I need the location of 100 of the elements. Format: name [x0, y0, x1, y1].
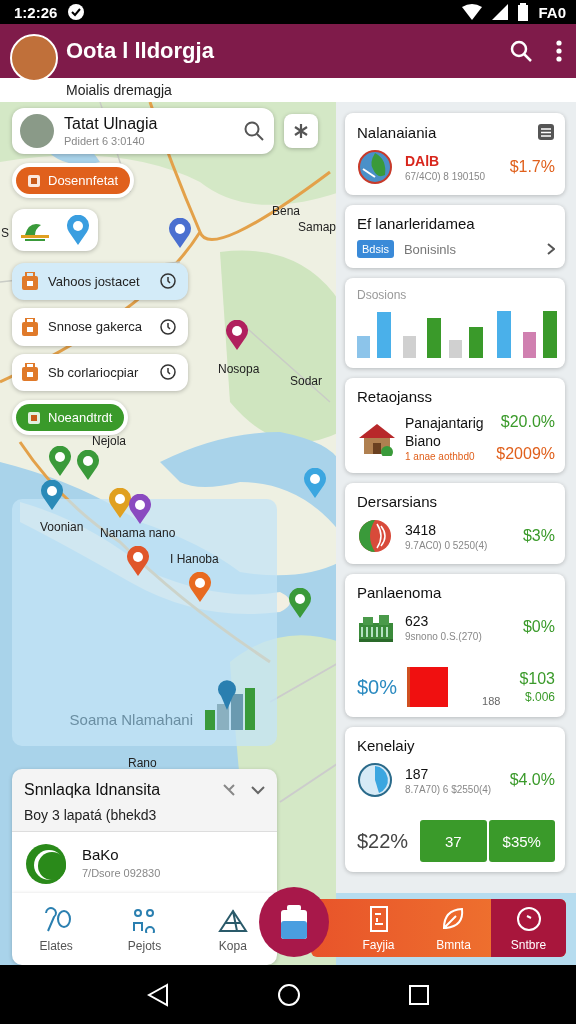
- map-label: Nejola: [92, 434, 127, 448]
- stat-headline: Panajantarig: [405, 414, 485, 431]
- tool-button[interactable]: [284, 114, 318, 148]
- wifi-icon: [462, 4, 483, 20]
- app-subtitle: Moialis dremagja: [66, 82, 172, 98]
- map-label: Voonian: [40, 520, 84, 534]
- signal-icon: [492, 4, 509, 20]
- clock-time: 1:2:26: [14, 3, 58, 21]
- map-label: Rano: [128, 756, 157, 770]
- pie-icon: [357, 762, 395, 798]
- stat-value: $103: [519, 670, 555, 688]
- check-badge-icon: [67, 3, 86, 21]
- stat-headline: DAlB: [405, 152, 441, 169]
- map-label: Nanama nano: [100, 526, 176, 540]
- menu-icon[interactable]: [537, 123, 555, 141]
- stat-caption: 9snono 0.S.(270): [405, 630, 483, 642]
- map-pin-icon: [303, 468, 327, 498]
- value-button[interactable]: $35%: [488, 820, 555, 862]
- stat-lead: $22%: [357, 829, 409, 853]
- map-label: S: [1, 226, 9, 240]
- value-button[interactable]: 37: [420, 820, 487, 862]
- home-icon[interactable]: [277, 982, 301, 1007]
- profile-detail: Pdidert 6 3:0140: [64, 135, 146, 147]
- carrier-label: FA0: [538, 3, 566, 21]
- bag-icon: [22, 272, 38, 291]
- profile-name: Tatat Ulnagia: [64, 115, 159, 133]
- map-pin-icon[interactable]: [65, 214, 90, 245]
- search-icon[interactable]: [510, 40, 532, 62]
- chevron-down-icon[interactable]: [251, 785, 265, 796]
- nav-tab[interactable]: Elates: [12, 893, 101, 965]
- nav-tab[interactable]: Sntbre: [491, 899, 566, 957]
- jar-icon: [280, 905, 308, 939]
- card-title: Panlaenoma: [357, 584, 443, 601]
- map-label: I Hanoba: [170, 552, 219, 566]
- stat-caption: 67/4C0) 8 190150: [405, 170, 487, 182]
- map-pin-icon: [288, 588, 312, 618]
- stat-caption: 9.7AC0) 0 5250(4): [405, 539, 489, 551]
- stat-caption: 8.7A70) 6 $2550(4): [405, 783, 493, 795]
- card-title: Dersarsians: [357, 493, 439, 510]
- battery-icon: [518, 3, 529, 21]
- card-title: Dsosions: [357, 288, 408, 302]
- asterisk-icon: [293, 123, 310, 139]
- map-pin-icon: [168, 218, 192, 248]
- tag-label: Bdsis: [357, 240, 394, 258]
- map-pin-icon: [108, 488, 132, 518]
- stat-caption: 1 anae aothbd0: [405, 450, 476, 462]
- globe-icon: [357, 149, 395, 185]
- place-item[interactable]: Sb corlariocpiar: [12, 353, 188, 392]
- stat-value: $20.0%: [500, 413, 555, 431]
- avatar-photo: [20, 114, 54, 148]
- place-item[interactable]: Vahoos jostacet: [12, 262, 188, 301]
- map-pin-icon: [225, 320, 249, 350]
- card-title: Nalanaiania: [357, 123, 438, 141]
- place-item[interactable]: Snnose gakerca: [12, 308, 188, 346]
- sheet-subtitle: Boy 3 lapatá (bhekd3: [23, 806, 158, 826]
- map-pin-icon: [76, 450, 100, 480]
- region-label: Soama Nlamahani: [69, 711, 193, 729]
- map-label: Bena: [272, 204, 301, 218]
- map-pin-icon: [48, 446, 72, 476]
- map-pin-icon: [126, 546, 150, 576]
- map-pin-icon: [188, 572, 212, 602]
- stat-lead: $0%: [357, 675, 398, 699]
- entry-detail: 7/Dsore 092830: [82, 867, 161, 880]
- stat-value: $0%: [522, 618, 555, 636]
- stat-subhead: Biano: [405, 432, 442, 449]
- tag-icon: [28, 174, 40, 187]
- back-icon[interactable]: [147, 982, 169, 1007]
- link-text: Bonisinls: [403, 241, 457, 257]
- stat-headline: 3418: [405, 521, 438, 538]
- bag-icon: [22, 363, 38, 382]
- map-label: Sodar: [290, 374, 323, 388]
- sheet-title: Snnlaqka Idnansita: [24, 781, 162, 800]
- legend-swatch: [407, 667, 449, 707]
- chevron-right-icon[interactable]: [547, 243, 555, 255]
- filter-chip[interactable]: Dosennfetat: [16, 167, 131, 194]
- clock-icon: [160, 318, 176, 335]
- stat-headline: 187: [405, 765, 430, 782]
- map-label: Samap: [298, 220, 337, 234]
- search-icon[interactable]: [244, 121, 265, 141]
- stat-note: 188: [482, 695, 501, 707]
- nav-tab[interactable]: Pejots: [100, 893, 189, 965]
- stat-value: $4.0%: [509, 771, 555, 789]
- app-title: Oota l lldorgja: [66, 38, 215, 64]
- more-icon[interactable]: [556, 40, 562, 62]
- stat-value: $.006: [524, 690, 555, 704]
- filter-chip[interactable]: Noeandtrdt: [16, 404, 125, 432]
- clock-icon: [160, 364, 176, 381]
- stat-value: $1.7%: [509, 158, 555, 176]
- map-pin-icon: [40, 480, 64, 510]
- clock-icon: [160, 273, 176, 290]
- map-pin-icon: [128, 494, 152, 524]
- recents-icon[interactable]: [409, 984, 429, 1005]
- card-title: Ef lanarleridamea: [357, 215, 476, 232]
- card-title: Kenelaiy: [357, 737, 416, 754]
- entry-name: BaKo: [82, 846, 120, 864]
- tag-icon: [28, 411, 40, 424]
- stat-value: $3%: [522, 527, 555, 545]
- bag-icon: [22, 317, 38, 336]
- map-label: Nosopa: [218, 362, 260, 376]
- stat-headline: 623: [405, 612, 430, 629]
